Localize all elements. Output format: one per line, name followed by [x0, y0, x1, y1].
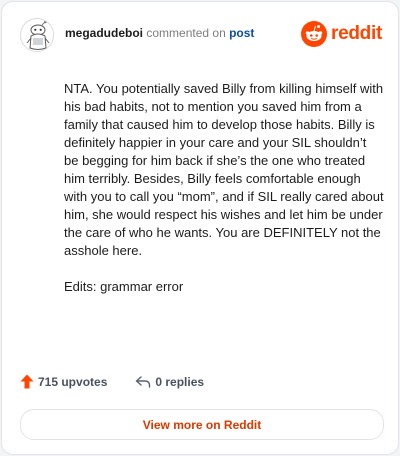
reddit-wordmark: reddit	[331, 23, 382, 44]
comment-body: NTA. You potentially saved Billy from ki…	[64, 80, 384, 314]
reddit-snoo-icon	[301, 21, 328, 47]
view-more-button[interactable]: View more on Reddit	[20, 409, 384, 440]
comment-header: megadudeboi commented on post reddit	[20, 18, 382, 52]
action-text: commented on	[146, 26, 226, 40]
reddit-logo[interactable]: reddit	[301, 21, 382, 47]
embedded-comment-card: megadudeboi commented on post reddit NTA…	[1, 1, 399, 455]
upvote-arrow-icon	[20, 374, 34, 389]
comment-footer: 715 upvotes 0 replies	[20, 374, 204, 389]
upvote-button[interactable]: 715 upvotes	[20, 374, 107, 389]
avatar[interactable]	[20, 18, 54, 52]
post-link[interactable]: post	[229, 26, 254, 40]
byline: megadudeboi commented on post	[65, 26, 254, 40]
edit-note: Edits: grammar error	[64, 279, 184, 294]
username-link[interactable]: megadudeboi	[65, 26, 143, 40]
reply-arrow-icon	[136, 375, 151, 388]
reply-count: 0 replies	[155, 374, 205, 389]
replies-button[interactable]: 0 replies	[135, 375, 204, 389]
comment-text: NTA. You potentially saved Billy from ki…	[64, 81, 384, 258]
upvote-count: 715 upvotes	[38, 374, 108, 389]
